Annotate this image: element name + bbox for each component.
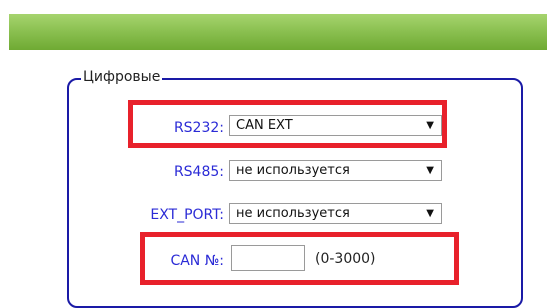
rs485-label: RS485: bbox=[173, 164, 224, 180]
triangle-down-icon: ▼ bbox=[426, 165, 434, 176]
ext-port-select-value: не используется bbox=[236, 206, 350, 221]
rs485-select-value: не используется bbox=[236, 163, 350, 178]
rs485-select[interactable]: не используется ▼ bbox=[229, 160, 442, 181]
ext-port-label: EXT_PORT: bbox=[150, 207, 224, 223]
rs232-highlight-box bbox=[128, 100, 447, 148]
fieldset-legend: Цифровые bbox=[81, 67, 163, 87]
triangle-down-icon: ▼ bbox=[426, 208, 434, 219]
header-bar bbox=[9, 14, 547, 50]
ext-port-select[interactable]: не используется ▼ bbox=[229, 203, 442, 224]
can-number-highlight-box bbox=[140, 232, 459, 285]
